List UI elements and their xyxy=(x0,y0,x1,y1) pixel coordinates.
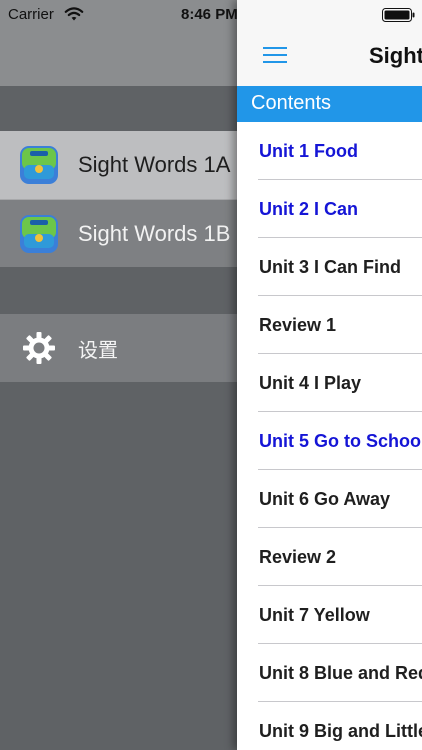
app-screen: Carrier 8:46 PM Sight Words 1A Sight Wor… xyxy=(0,0,422,750)
unit-label: Unit 9 Big and Little xyxy=(259,721,422,741)
book-list: Sight Words 1A Sight Words 1B xyxy=(0,131,240,267)
status-time: 8:46 PM xyxy=(181,6,238,23)
unit-label: Unit 8 Blue and Red xyxy=(259,663,422,683)
unit-label: Review 1 xyxy=(259,315,337,335)
menu-item-sight-words-1a[interactable]: Sight Words 1A xyxy=(0,131,240,199)
hamburger-icon[interactable] xyxy=(263,45,287,65)
unit-label: Unit 5 Go to School xyxy=(259,431,422,451)
book-app-icon xyxy=(20,214,58,253)
contents-header-label: Contents xyxy=(251,92,332,114)
contents-section-header: Contents xyxy=(237,86,422,122)
unit-row[interactable]: Unit 2 I Can xyxy=(237,180,422,238)
unit-label: Unit 7 Yellow xyxy=(259,605,370,625)
unit-label: Unit 2 I Can xyxy=(259,199,359,219)
settings-group: 设置 xyxy=(0,314,240,382)
page-title: Sight xyxy=(369,43,422,68)
menu-item-label: Sight Words 1A xyxy=(78,152,231,177)
book-app-icon xyxy=(20,146,58,184)
contents-panel: Sight Contents Unit 1 Food Unit 2 I Can Un… xyxy=(237,0,422,750)
unit-row[interactable]: Unit 5 Go to School xyxy=(237,412,422,470)
menu-item-settings[interactable]: 设置 xyxy=(0,314,240,382)
unit-row[interactable]: Unit 9 Big and Little xyxy=(237,702,422,750)
unit-label: Unit 3 I Can Find xyxy=(259,257,401,277)
menu-item-label: 设置 xyxy=(78,337,118,362)
unit-row[interactable]: Unit 6 Go Away xyxy=(237,470,422,528)
unit-label: Unit 4 I Play xyxy=(259,373,362,393)
unit-row[interactable]: Unit 1 Food xyxy=(237,122,422,180)
unit-row[interactable]: Unit 8 Blue and Red xyxy=(237,644,422,702)
battery-icon xyxy=(382,8,415,22)
gear-icon xyxy=(23,332,55,364)
menu-item-sight-words-1b[interactable]: Sight Words 1B xyxy=(0,199,240,267)
unit-row[interactable]: Unit 4 I Play xyxy=(237,354,422,412)
unit-list: Unit 1 Food Unit 2 I Can Unit 3 I Can Find… xyxy=(237,122,422,750)
unit-row[interactable]: Unit 3 I Can Find xyxy=(237,238,422,296)
unit-label: Unit 1 Food xyxy=(259,141,358,161)
status-bar: Carrier 8:46 PM xyxy=(0,0,422,30)
unit-row[interactable]: Unit 7 Yellow xyxy=(237,586,422,644)
unit-row[interactable]: Review 1 xyxy=(237,296,422,354)
unit-label: Review 2 xyxy=(259,547,337,567)
carrier-label: Carrier xyxy=(8,6,54,23)
wifi-icon xyxy=(64,7,84,21)
menu-item-label: Sight Words 1B xyxy=(78,220,231,246)
unit-row[interactable]: Review 2 xyxy=(237,528,422,586)
unit-label: Unit 6 Go Away xyxy=(259,489,391,509)
